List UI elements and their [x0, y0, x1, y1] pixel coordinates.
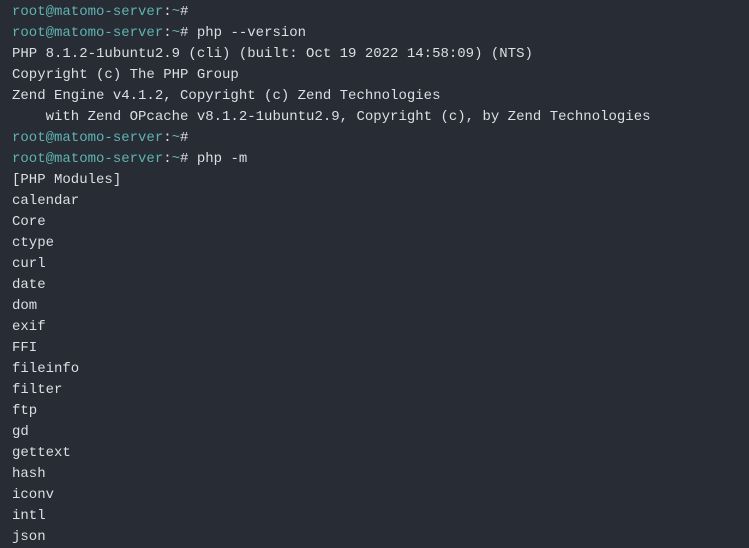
- prompt-hash: #: [180, 130, 188, 146]
- prompt-hash: #: [180, 4, 188, 20]
- module-item: json: [12, 527, 737, 548]
- module-item: exif: [12, 317, 737, 338]
- module-item: gettext: [12, 443, 737, 464]
- terminal-line[interactable]: root@matomo-server:~# php --version: [12, 23, 737, 44]
- prompt-tilde: ~: [172, 151, 180, 167]
- prompt-colon: :: [163, 151, 171, 167]
- terminal-line[interactable]: root@matomo-server:~#: [12, 128, 737, 149]
- prompt-tilde: ~: [172, 25, 180, 41]
- prompt-user: root@matomo-server: [12, 25, 163, 41]
- prompt-colon: :: [163, 4, 171, 20]
- prompt-user: root@matomo-server: [12, 151, 163, 167]
- terminal-line[interactable]: root@matomo-server:~#: [12, 2, 737, 23]
- module-item: hash: [12, 464, 737, 485]
- module-item: FFI: [12, 338, 737, 359]
- prompt-user: root@matomo-server: [12, 130, 163, 146]
- output-line: PHP 8.1.2-1ubuntu2.9 (cli) (built: Oct 1…: [12, 44, 737, 65]
- output-line: with Zend OPcache v8.1.2-1ubuntu2.9, Cop…: [12, 107, 737, 128]
- command-input: php -m: [188, 151, 247, 167]
- prompt-user: root@matomo-server: [12, 4, 163, 20]
- module-item: curl: [12, 254, 737, 275]
- module-item: calendar: [12, 191, 737, 212]
- modules-list: calendarCorectypecurldatedomexifFFIfilei…: [12, 191, 737, 548]
- modules-header: [PHP Modules]: [12, 170, 737, 191]
- command-input: php --version: [188, 25, 306, 41]
- module-item: Core: [12, 212, 737, 233]
- module-item: fileinfo: [12, 359, 737, 380]
- prompt-tilde: ~: [172, 130, 180, 146]
- module-item: ftp: [12, 401, 737, 422]
- prompt-colon: :: [163, 25, 171, 41]
- terminal-line[interactable]: root@matomo-server:~# php -m: [12, 149, 737, 170]
- module-item: iconv: [12, 485, 737, 506]
- module-item: filter: [12, 380, 737, 401]
- output-line: Copyright (c) The PHP Group: [12, 65, 737, 86]
- prompt-tilde: ~: [172, 4, 180, 20]
- module-item: dom: [12, 296, 737, 317]
- module-item: intl: [12, 506, 737, 527]
- module-item: date: [12, 275, 737, 296]
- module-item: gd: [12, 422, 737, 443]
- prompt-colon: :: [163, 130, 171, 146]
- module-item: ctype: [12, 233, 737, 254]
- output-line: Zend Engine v4.1.2, Copyright (c) Zend T…: [12, 86, 737, 107]
